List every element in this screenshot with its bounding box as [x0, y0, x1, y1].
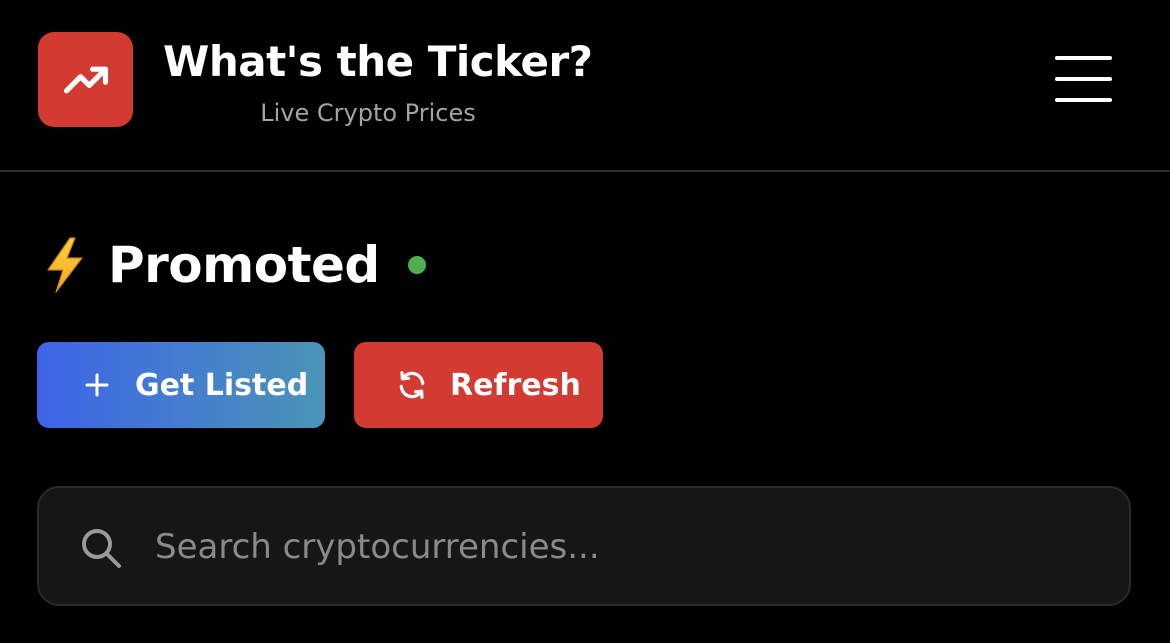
- section-title-promoted: Promoted: [108, 236, 380, 294]
- refresh-icon: [396, 369, 428, 401]
- app-logo: [38, 32, 133, 127]
- search-bar[interactable]: [37, 486, 1131, 606]
- get-listed-button[interactable]: Get Listed: [37, 342, 325, 428]
- promoted-section-header: Promoted: [40, 232, 426, 298]
- search-icon: [79, 526, 123, 570]
- search-input[interactable]: [155, 518, 1095, 576]
- live-status-indicator: [407, 256, 426, 274]
- get-listed-label: Get Listed: [135, 367, 309, 403]
- hamburger-menu-button[interactable]: [1050, 52, 1118, 108]
- app-subtitle: Live Crypto Prices: [260, 99, 476, 127]
- lightning-bolt-icon: [40, 236, 90, 294]
- trending-up-icon: [63, 66, 108, 93]
- app-title: What's the Ticker?: [163, 37, 593, 86]
- refresh-label: Refresh: [450, 367, 581, 403]
- refresh-button[interactable]: Refresh: [354, 342, 603, 428]
- app-header: What's the Ticker? Live Crypto Prices: [0, 0, 1170, 172]
- plus-icon: [81, 369, 113, 401]
